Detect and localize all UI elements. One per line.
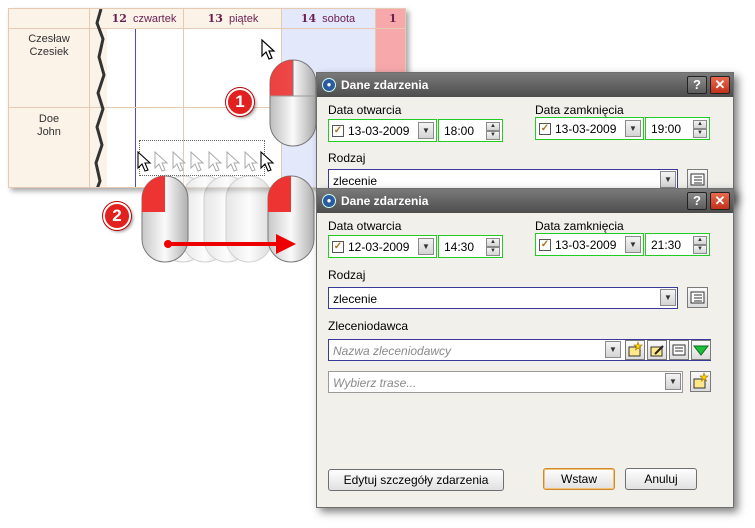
day-header-thursday[interactable]: 12 czwartek [105, 9, 183, 29]
close-button[interactable]: ✕ [710, 192, 730, 210]
edit-client-icon[interactable] [647, 340, 667, 360]
mouse-drag-icon [141, 175, 315, 263]
spin-up-icon[interactable]: ▲ [486, 122, 500, 131]
drag-cursor-trail-icon [137, 151, 275, 172]
dialog-titlebar[interactable]: ● Dane zdarzenia ? ✕ [317, 189, 733, 213]
list-icon[interactable] [687, 169, 708, 190]
mouse-click-icon [269, 59, 317, 147]
current-time-line [135, 29, 136, 187]
client-label: Zleceniodawca [328, 319, 409, 333]
open-date-label: Data otwarcia [328, 219, 402, 233]
day-header-next[interactable]: 1 [389, 9, 405, 29]
cancel-button[interactable]: Anuluj [625, 468, 697, 490]
open-date-picker[interactable]: ✓ 13-03-2009 ▼ [328, 119, 437, 142]
spin-up-icon[interactable]: ▲ [693, 236, 707, 245]
day-header-saturday[interactable]: 14 sobota [281, 9, 375, 29]
close-date-checkbox[interactable]: ✓ [539, 239, 551, 251]
chevron-down-icon[interactable]: ▼ [625, 120, 641, 137]
list-icon[interactable] [687, 287, 708, 308]
open-date-picker[interactable]: ✓ 12-03-2009 ▼ [328, 235, 437, 258]
chevron-down-icon[interactable]: ▼ [660, 289, 676, 306]
event-dialog-2: ● Dane zdarzenia ? ✕ Data otwarcia Data … [316, 188, 734, 508]
dialog-title: Dane zdarzenia [341, 78, 429, 92]
add-route-icon[interactable] [690, 371, 711, 392]
grid-line [89, 9, 90, 187]
expand-icon[interactable] [691, 340, 711, 360]
spin-down-icon[interactable]: ▼ [693, 129, 707, 138]
spin-down-icon[interactable]: ▼ [486, 131, 500, 140]
resource-row-czeslaw[interactable]: Czesław Czesiek [9, 33, 89, 59]
insert-button[interactable]: Wstaw [543, 468, 615, 490]
open-time-field[interactable]: 14:30 ▲ ▼ [438, 235, 503, 258]
close-date-label: Data zamknięcia [535, 219, 624, 233]
close-date-label: Data zamknięcia [535, 103, 624, 117]
type-label: Rodzaj [328, 268, 366, 282]
client-select[interactable]: Nazwa zleceniodawcy ▼ [328, 339, 711, 361]
open-date-checkbox[interactable]: ✓ [332, 241, 344, 253]
spin-up-icon[interactable]: ▲ [486, 238, 500, 247]
route-select[interactable]: Wybierz trase... ▼ [328, 371, 683, 393]
dialog-titlebar[interactable]: ● Dane zdarzenia ? ✕ [317, 73, 733, 97]
app-icon: ● [322, 78, 336, 92]
open-date-checkbox[interactable]: ✓ [332, 125, 344, 137]
app-icon: ● [322, 194, 336, 208]
calendar-header: 12 czwartek 13 piątek 14 sobota 1 [9, 9, 405, 29]
day-header-friday[interactable]: 13 piątek [185, 9, 281, 29]
open-date-label: Data otwarcia [328, 103, 402, 117]
help-button[interactable]: ? [687, 192, 707, 210]
help-button[interactable]: ? [687, 76, 707, 94]
close-date-picker[interactable]: ✓ 13-03-2009 ▼ [535, 117, 644, 140]
type-select[interactable]: zlecenie ▼ [328, 287, 678, 309]
event-dialog-1: ● Dane zdarzenia ? ✕ Data otwarcia Data … [316, 72, 734, 202]
chevron-down-icon[interactable]: ▼ [625, 236, 641, 253]
chevron-down-icon[interactable]: ▼ [418, 238, 434, 255]
close-date-picker[interactable]: ✓ 13-03-2009 ▼ [535, 233, 644, 256]
spin-down-icon[interactable]: ▼ [693, 245, 707, 254]
close-time-field[interactable]: 19:00 ▲ ▼ [645, 117, 710, 140]
spin-down-icon[interactable]: ▼ [486, 247, 500, 256]
client-list-icon[interactable] [669, 340, 689, 360]
torn-edge [94, 9, 106, 187]
chevron-down-icon[interactable]: ▼ [605, 341, 621, 358]
spin-up-icon[interactable]: ▲ [693, 120, 707, 129]
open-time-field[interactable]: 18:00 ▲ ▼ [438, 119, 503, 142]
chevron-down-icon[interactable]: ▼ [665, 373, 681, 390]
step-2-badge: 2 [103, 202, 131, 230]
type-label: Rodzaj [328, 151, 366, 165]
edit-details-button[interactable]: Edytuj szczegóły zdarzenia [328, 469, 504, 491]
close-time-field[interactable]: 21:30 ▲ ▼ [645, 233, 710, 256]
close-date-checkbox[interactable]: ✓ [539, 123, 551, 135]
dialog-title: Dane zdarzenia [341, 194, 429, 208]
step-1-badge: 1 [226, 88, 254, 116]
add-client-icon[interactable] [625, 340, 645, 360]
resource-row-doe[interactable]: Doe John [9, 113, 89, 139]
close-button[interactable]: ✕ [710, 76, 730, 94]
chevron-down-icon[interactable]: ▼ [418, 122, 434, 139]
chevron-down-icon[interactable]: ▼ [660, 171, 676, 188]
